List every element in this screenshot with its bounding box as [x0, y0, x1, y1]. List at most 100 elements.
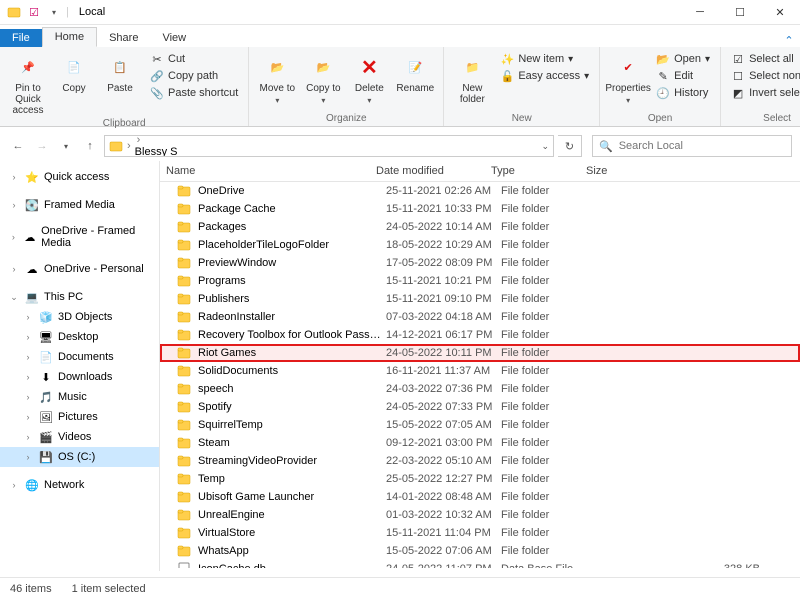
file-row[interactable]: VirtualStore15-11-2021 11:04 PMFile fold… [160, 524, 800, 542]
cut-button[interactable]: ✂Cut [146, 51, 242, 67]
close-button[interactable]: ✕ [760, 0, 800, 25]
sidebar-item[interactable]: ›🌐Network [0, 475, 159, 495]
history-button[interactable]: 🕘History [652, 85, 714, 101]
tab-home[interactable]: Home [42, 27, 97, 47]
file-type: File folder [501, 491, 596, 503]
copy-button[interactable]: 📄Copy [52, 51, 96, 96]
file-row[interactable]: Temp25-05-2022 12:27 PMFile folder [160, 470, 800, 488]
sidebar-item[interactable]: ›🖼Pictures [0, 407, 159, 427]
column-type[interactable]: Type [485, 161, 580, 181]
file-type: File folder [501, 347, 596, 359]
minimize-button[interactable]: ─ [680, 0, 720, 25]
properties-button[interactable]: ✔Properties▾ [606, 51, 650, 107]
paste-button[interactable]: 📋Paste [98, 51, 142, 96]
tree-twisty-icon[interactable]: › [8, 172, 20, 182]
pin-to-quick-access-button[interactable]: 📌Pin to Quick access [6, 51, 50, 118]
sidebar-item[interactable]: ›☁OneDrive - Framed Media [0, 223, 159, 251]
navigation-pane[interactable]: ›⭐Quick access ›💽Framed Media ›☁OneDrive -… [0, 161, 160, 571]
sidebar-item[interactable]: ›⬇Downloads [0, 367, 159, 387]
new-item-button[interactable]: ✨New item ▾ [496, 51, 593, 67]
delete-button[interactable]: ✕Delete▾ [347, 51, 391, 107]
tree-twisty-icon[interactable]: › [8, 200, 20, 210]
maximize-button[interactable]: ☐ [720, 0, 760, 25]
tree-twisty-icon[interactable]: › [22, 392, 34, 402]
search-input[interactable] [619, 140, 785, 152]
file-row[interactable]: Package Cache15-11-2021 10:33 PMFile fol… [160, 200, 800, 218]
sidebar-item[interactable]: ›🖥Desktop [0, 327, 159, 347]
help-icon[interactable]: ⌃ [778, 34, 800, 47]
file-row[interactable]: Spotify24-05-2022 07:33 PMFile folder [160, 398, 800, 416]
tree-twisty-icon[interactable]: › [8, 264, 20, 274]
search-box[interactable]: 🔍 [592, 135, 792, 157]
sidebar-item[interactable]: ›🎬Videos [0, 427, 159, 447]
invert-selection-button[interactable]: ◩Invert selection [727, 85, 800, 101]
sidebar-item[interactable]: ›💽Framed Media [0, 195, 159, 215]
file-name: WhatsApp [198, 545, 386, 557]
sidebar-item[interactable]: ›🎵Music [0, 387, 159, 407]
edit-button[interactable]: ✎Edit [652, 68, 714, 84]
tree-twisty-icon[interactable]: ⌄ [8, 292, 20, 303]
column-headers[interactable]: Name Date modified Type Size [160, 161, 800, 182]
file-row[interactable]: RadeonInstaller07-03-2022 04:18 AMFile f… [160, 308, 800, 326]
back-button[interactable]: ← [8, 136, 28, 156]
file-row[interactable]: UnrealEngine01-03-2022 10:32 AMFile fold… [160, 506, 800, 524]
rename-button[interactable]: 📝Rename [393, 51, 437, 96]
tree-twisty-icon[interactable]: › [22, 332, 34, 342]
select-none-button[interactable]: ☐Select none [727, 68, 800, 84]
address-bar[interactable]: › This PC›OS (C:)›Users›Blessy S›AppData… [104, 135, 554, 157]
tree-twisty-icon[interactable]: › [22, 452, 34, 462]
tab-share[interactable]: Share [97, 29, 150, 47]
qat-properties-icon[interactable]: ☑ [26, 4, 42, 20]
breadcrumb-item[interactable]: Blessy S [135, 146, 178, 157]
file-row[interactable]: SquirrelTemp15-05-2022 07:05 AMFile fold… [160, 416, 800, 434]
column-date[interactable]: Date modified [370, 161, 485, 181]
easy-access-button[interactable]: 🔓Easy access ▾ [496, 68, 593, 84]
forward-button[interactable]: → [32, 136, 52, 156]
file-row[interactable]: Recovery Toolbox for Outlook Password14-… [160, 326, 800, 344]
new-folder-button[interactable]: 📁New folder [450, 51, 494, 107]
file-row[interactable]: IconCache.db24-05-2022 11:07 PMData Base… [160, 560, 800, 568]
file-row[interactable]: speech24-03-2022 07:36 PMFile folder [160, 380, 800, 398]
sidebar-item[interactable]: ⌄💻This PC [0, 287, 159, 307]
file-row[interactable]: Publishers15-11-2021 09:10 PMFile folder [160, 290, 800, 308]
file-row[interactable]: OneDrive25-11-2021 02:26 AMFile folder [160, 182, 800, 200]
tree-twisty-icon[interactable]: › [22, 432, 34, 442]
sidebar-item[interactable]: ›📄Documents [0, 347, 159, 367]
select-all-button[interactable]: ☑Select all [727, 51, 800, 67]
tab-view[interactable]: View [150, 29, 198, 47]
sidebar-item[interactable]: ›🧊3D Objects [0, 307, 159, 327]
refresh-button[interactable]: ↻ [558, 135, 582, 157]
tree-twisty-icon[interactable]: › [8, 232, 19, 242]
file-row[interactable]: Programs15-11-2021 10:21 PMFile folder [160, 272, 800, 290]
file-row[interactable]: Riot Games24-05-2022 10:11 PMFile folder [160, 344, 800, 362]
file-row[interactable]: WhatsApp15-05-2022 07:06 AMFile folder [160, 542, 800, 560]
open-button[interactable]: 📂Open ▾ [652, 51, 714, 67]
file-row[interactable]: StreamingVideoProvider22-03-2022 05:10 A… [160, 452, 800, 470]
file-name: SquirrelTemp [198, 419, 386, 431]
move-to-button[interactable]: 📂Move to▾ [255, 51, 299, 107]
file-row[interactable]: Packages24-05-2022 10:14 AMFile folder [160, 218, 800, 236]
tree-twisty-icon[interactable]: › [22, 372, 34, 382]
sidebar-item[interactable]: ›💾OS (C:) [0, 447, 159, 467]
copy-to-button[interactable]: 📂Copy to▾ [301, 51, 345, 107]
qat-dropdown-icon[interactable]: ▾ [46, 4, 62, 20]
tree-twisty-icon[interactable]: › [22, 312, 34, 322]
recent-locations-button[interactable]: ▾ [56, 136, 76, 156]
file-row[interactable]: Steam09-12-2021 03:00 PMFile folder [160, 434, 800, 452]
paste-shortcut-button[interactable]: 📎Paste shortcut [146, 85, 242, 101]
file-row[interactable]: PreviewWindow17-05-2022 08:09 PMFile fol… [160, 254, 800, 272]
tree-twisty-icon[interactable]: › [8, 480, 20, 490]
file-row[interactable]: SolidDocuments16-11-2021 11:37 AMFile fo… [160, 362, 800, 380]
up-button[interactable]: ↑ [80, 136, 100, 156]
copy-path-button[interactable]: 🔗Copy path [146, 68, 242, 84]
file-row[interactable]: Ubisoft Game Launcher14-01-2022 08:48 AM… [160, 488, 800, 506]
tab-file[interactable]: File [0, 29, 42, 47]
column-size[interactable]: Size [580, 161, 800, 181]
address-dropdown-icon[interactable]: ⌄ [541, 141, 549, 152]
column-name[interactable]: Name [160, 161, 370, 181]
tree-twisty-icon[interactable]: › [22, 412, 34, 422]
file-row[interactable]: PlaceholderTileLogoFolder18-05-2022 10:2… [160, 236, 800, 254]
sidebar-item[interactable]: ›⭐Quick access [0, 167, 159, 187]
sidebar-item[interactable]: ›☁OneDrive - Personal [0, 259, 159, 279]
tree-twisty-icon[interactable]: › [22, 352, 34, 362]
